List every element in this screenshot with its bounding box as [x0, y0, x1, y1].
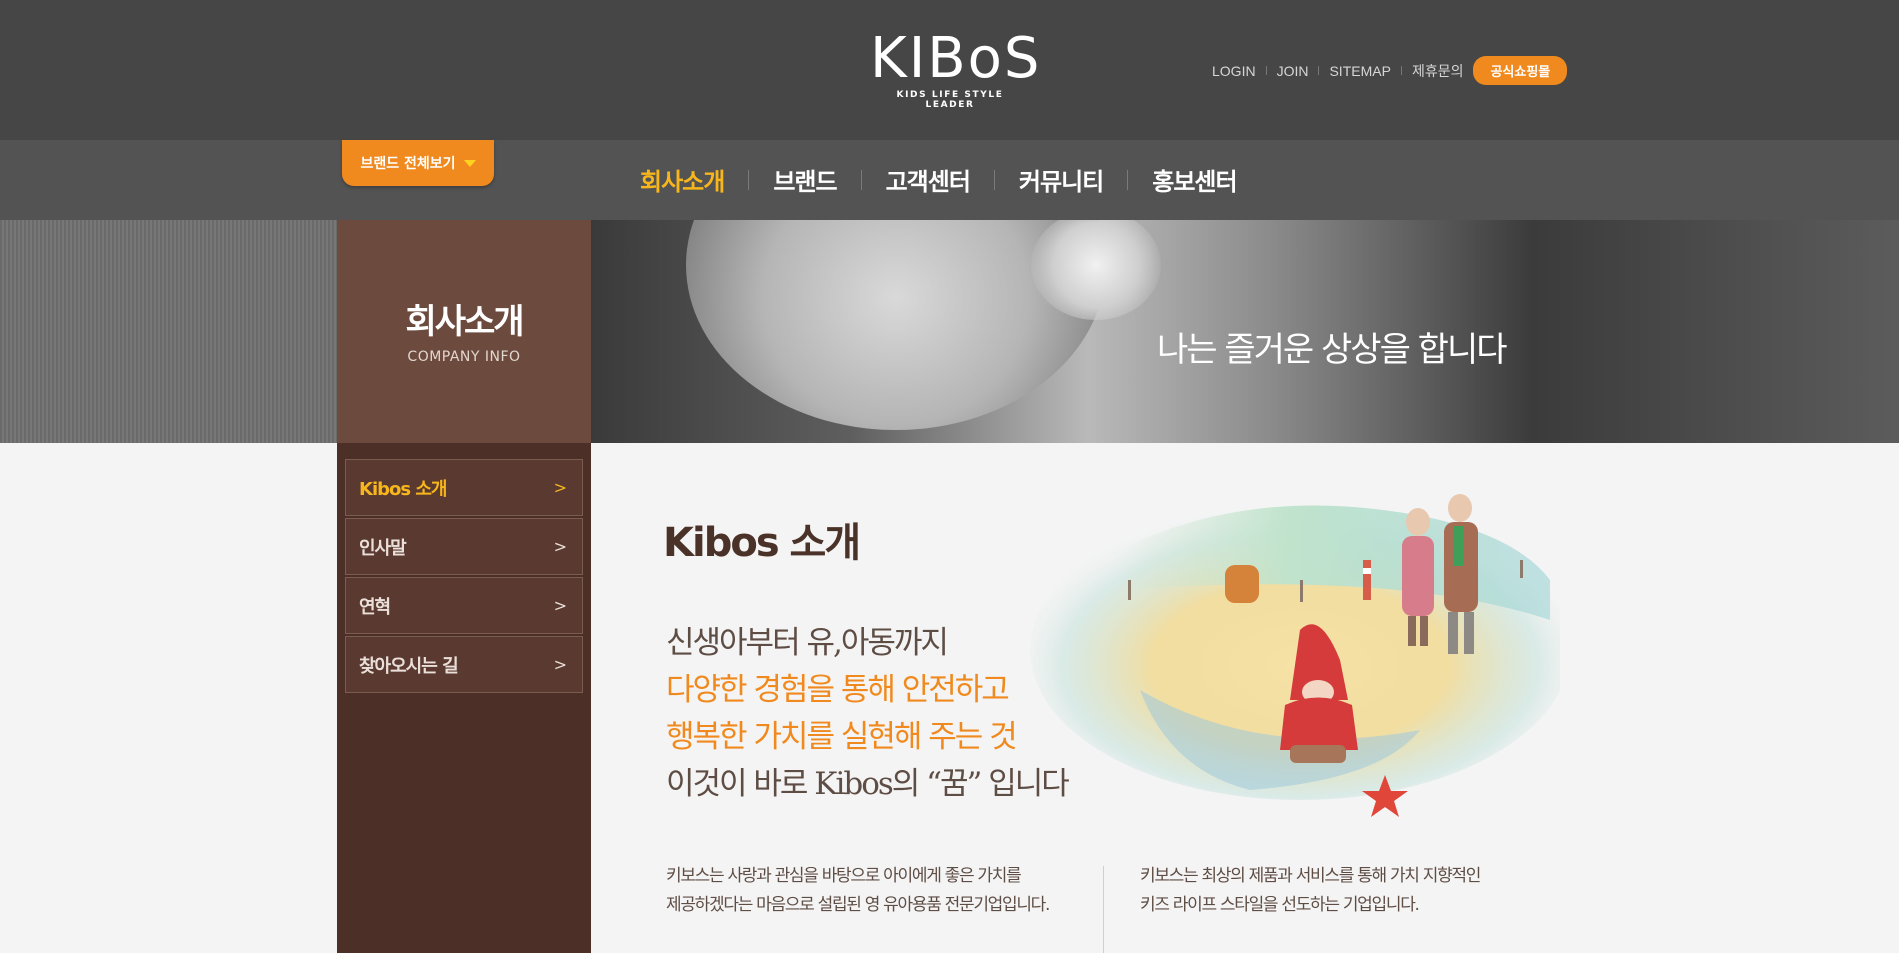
chevron-right-icon: >: [553, 596, 567, 615]
sitemap-link[interactable]: SITEMAP: [1329, 63, 1390, 79]
sidebar-item-label: 찾아오시는 길: [359, 655, 459, 677]
sidebar-item-greeting[interactable]: 인사말 >: [345, 518, 583, 575]
section-title: 회사소개: [405, 302, 524, 342]
sidebar-item-directions[interactable]: 찾아오시는 길 >: [345, 636, 583, 693]
nav-item-company[interactable]: 회사소개: [640, 162, 725, 197]
chevron-down-icon: [463, 159, 476, 167]
banner-slogan: 나는 즐거운 상상을 합니다: [1157, 330, 1508, 370]
logo-text: KIBoS: [870, 26, 1042, 91]
divider: [1103, 866, 1104, 953]
description-left: 키보스는 사랑과 관심을 바탕으로 아이에게 좋은 가치를 제공하겠다는 마음으…: [666, 862, 1050, 920]
description-line: 제공하겠다는 마음으로 설립된 영 유아용품 전문기업입니다.: [666, 895, 1050, 915]
divider: [1265, 66, 1267, 75]
nav-item-pr-center[interactable]: 홍보센터: [1152, 162, 1237, 197]
chevron-right-icon: >: [553, 478, 567, 497]
brand-all-button[interactable]: 브랜드 전체보기: [342, 140, 494, 186]
section-subtitle: COMPANY INFO: [407, 349, 521, 365]
utility-links: LOGIN JOIN SITEMAP 제휴문의 공식쇼핑몰: [1212, 56, 1568, 85]
divider: [1400, 66, 1402, 75]
nav-item-community[interactable]: 커뮤니티: [1019, 162, 1104, 197]
logo[interactable]: KIBoS KIDS LIFE STYLE LEADER: [870, 26, 1042, 111]
chevron-right-icon: >: [553, 537, 567, 556]
official-shop-button[interactable]: 공식쇼핑몰: [1473, 56, 1568, 85]
sidebar-menu: Kibos 소개 > 인사말 > 연혁 > 찾아오시는 길 >: [345, 459, 583, 695]
divider: [860, 169, 862, 190]
hair-flower: [1031, 220, 1161, 320]
sidebar-item-history[interactable]: 연혁 >: [345, 577, 583, 634]
description-line: 키보스는 최상의 제품과 서비스를 통해 가치 지향적인: [1140, 866, 1481, 886]
sidebar-item-kibos-intro[interactable]: Kibos 소개 >: [345, 459, 583, 516]
brand-all-label: 브랜드 전체보기: [360, 156, 456, 172]
page-title: Kibos 소개: [663, 520, 861, 566]
lighthouse-icon: [1363, 560, 1371, 600]
divider: [748, 169, 750, 190]
divider: [1127, 169, 1129, 190]
description-right: 키보스는 최상의 제품과 서비스를 통해 가치 지향적인 키즈 라이프 스타일을…: [1140, 862, 1481, 920]
nav-item-brand[interactable]: 브랜드: [773, 162, 837, 197]
banner-photo: 나는 즐거운 상상을 합니다: [591, 220, 1899, 443]
nav-item-customer-center[interactable]: 고객센터: [886, 162, 971, 197]
join-link[interactable]: JOIN: [1277, 63, 1309, 79]
tent-icon: [1225, 565, 1259, 603]
divider: [993, 169, 995, 190]
main-nav: 회사소개 브랜드 고객센터 커뮤니티 홍보센터: [640, 162, 1238, 197]
divider: [1318, 66, 1320, 75]
section-title-box: 회사소개 COMPANY INFO: [337, 220, 591, 443]
description-line: 키보스는 사랑과 관심을 바탕으로 아이에게 좋은 가치를: [666, 866, 1022, 886]
sidebar-item-label: Kibos 소개: [359, 478, 447, 500]
description-line: 키즈 라이프 스타일을 선도하는 기업입니다.: [1140, 895, 1420, 915]
sidebar-item-label: 연혁: [359, 596, 391, 618]
illustration: [1030, 494, 1560, 817]
chevron-right-icon: >: [553, 655, 567, 674]
login-link[interactable]: LOGIN: [1212, 63, 1256, 79]
partnership-link[interactable]: 제휴문의: [1412, 61, 1464, 81]
sidebar-item-label: 인사말: [359, 537, 407, 559]
logo-tagline: KIDS LIFE STYLE LEADER: [896, 90, 1004, 110]
